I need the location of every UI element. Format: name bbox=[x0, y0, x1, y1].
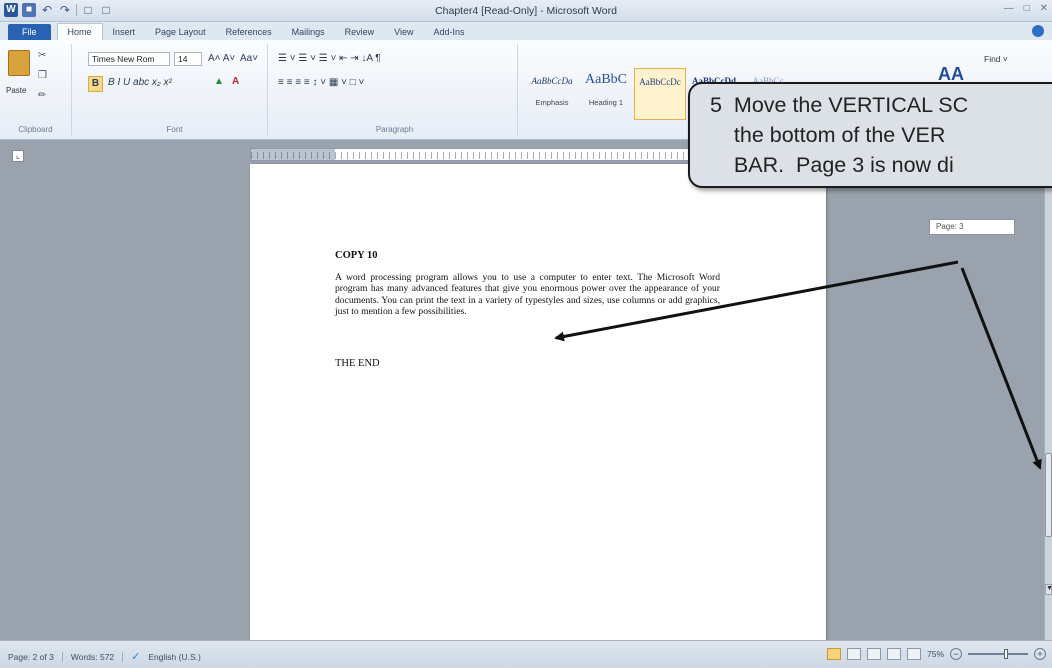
tab-mailings[interactable]: Mailings bbox=[282, 24, 335, 40]
zoom-level[interactable]: 75% bbox=[927, 649, 944, 659]
format-painter-icon[interactable]: ✏ bbox=[38, 90, 46, 101]
window-title: Chapter4 [Read-Only] - Microsoft Word bbox=[435, 5, 617, 17]
word-count[interactable]: Words: 572 bbox=[71, 652, 114, 662]
document-paragraph: A word processing program allows you to … bbox=[335, 272, 720, 318]
text-highlight-icon[interactable]: ▲ bbox=[214, 76, 224, 87]
clipboard-label: Clipboard bbox=[18, 125, 53, 134]
zoom-slider[interactable] bbox=[968, 649, 1028, 659]
tab-selector-icon[interactable]: ⌞ bbox=[12, 150, 24, 162]
grow-shrink-font[interactable]: A˄ A˅ bbox=[208, 52, 235, 66]
status-divider bbox=[122, 651, 124, 662]
restore-icon[interactable]: □ bbox=[1024, 3, 1030, 14]
tab-home[interactable]: Home bbox=[56, 23, 103, 40]
style-name: Emphasis bbox=[535, 98, 569, 107]
tab-add-ins[interactable]: Add-Ins bbox=[424, 24, 475, 40]
font-size-select[interactable]: 14 bbox=[174, 52, 202, 66]
scroll-thumb[interactable] bbox=[1045, 453, 1052, 537]
style-emphasis[interactable]: AaBbCcDa Emphasis bbox=[526, 68, 578, 120]
tab-insert[interactable]: Insert bbox=[103, 24, 146, 40]
minimize-icon[interactable]: — bbox=[1004, 3, 1014, 14]
document-heading: COPY 10 bbox=[335, 250, 378, 261]
font-group-label: Font bbox=[166, 125, 183, 134]
copy-icon[interactable]: ❐ bbox=[38, 70, 47, 81]
clipboard-group: Paste ✂ ❐ ✏ Clipboard bbox=[0, 44, 72, 136]
zoom-slider-knob[interactable] bbox=[1004, 649, 1008, 659]
web-layout-view-button[interactable] bbox=[866, 648, 881, 660]
print-layout-view-button[interactable] bbox=[826, 648, 841, 660]
title-bar: W ■ ↶ ↷ □ □ Chapter4 [Read-Only] - Micro… bbox=[0, 0, 1052, 22]
scroll-down-icon[interactable]: ▼ bbox=[1045, 584, 1052, 595]
vertical-scrollbar[interactable] bbox=[1044, 140, 1052, 640]
bold-button[interactable]: B bbox=[88, 76, 103, 92]
tab-file[interactable]: File bbox=[8, 24, 51, 40]
outline-view-button[interactable] bbox=[886, 648, 901, 660]
document-body[interactable]: COPY 10 A word processing program allows… bbox=[335, 250, 720, 369]
paragraph-group: ☰ ˅ ☰ ˅ ☰ ˅ ⇤ ⇥ ↓A ¶ ≡ ≡ ≡ ≡ ↕ ˅ ▦ ˅ □ ˅… bbox=[272, 44, 518, 136]
tab-references[interactable]: References bbox=[216, 24, 282, 40]
format-buttons[interactable]: B I U abc x₂ x² bbox=[108, 76, 172, 90]
change-case-button[interactable]: Aa˅ bbox=[240, 52, 258, 66]
cut-icon[interactable]: ✂ bbox=[38, 50, 46, 61]
status-left: Page: 2 of 3 Words: 572 ✓ English (U.S.) bbox=[8, 650, 201, 663]
language-indicator[interactable]: English (U.S.) bbox=[148, 652, 200, 662]
style-selected[interactable]: AaBbCcDc bbox=[634, 68, 686, 120]
page-tooltip: Page: 3 bbox=[929, 219, 1015, 235]
style-name: Heading 1 bbox=[588, 98, 624, 107]
font-color-icon[interactable]: A bbox=[232, 76, 239, 87]
paragraph-row-1[interactable]: ☰ ˅ ☰ ˅ ☰ ˅ ⇤ ⇥ ↓A ¶ bbox=[278, 52, 381, 66]
window-controls: — □ ✕ bbox=[1004, 3, 1048, 14]
proofing-icon[interactable]: ✓ bbox=[131, 650, 140, 663]
status-bar: Page: 2 of 3 Words: 572 ✓ English (U.S.)… bbox=[0, 640, 1052, 668]
instruction-callout: 5 Move the VERTICAL SC the bottom of the… bbox=[688, 82, 1052, 188]
draft-view-button[interactable] bbox=[906, 648, 921, 660]
ribbon-tabs: File Home Insert Page Layout References … bbox=[0, 22, 1052, 40]
paragraph-row-2[interactable]: ≡ ≡ ≡ ≡ ↕ ˅ ▦ ˅ □ ˅ bbox=[278, 76, 364, 90]
paste-icon[interactable] bbox=[8, 50, 30, 76]
close-icon[interactable]: ✕ bbox=[1040, 3, 1048, 14]
document-workspace: ⌞ COPY 10 A word processing program allo… bbox=[0, 140, 1052, 640]
full-screen-view-button[interactable] bbox=[846, 648, 861, 660]
paragraph-group-label: Paragraph bbox=[375, 125, 414, 134]
paste-button[interactable]: Paste bbox=[6, 86, 26, 95]
status-right: 75% − + bbox=[826, 648, 1046, 660]
document-end-text: THE END bbox=[335, 357, 380, 369]
style-sample: AaBbC bbox=[585, 72, 627, 87]
style-sample: AaBbCcDa bbox=[531, 76, 573, 86]
zoom-in-icon[interactable]: + bbox=[1034, 648, 1046, 660]
tab-view[interactable]: View bbox=[384, 24, 423, 40]
font-name-select[interactable]: Times New Rom bbox=[88, 52, 170, 66]
find-button[interactable]: Find ˅ bbox=[984, 54, 1008, 64]
tab-page-layout[interactable]: Page Layout bbox=[145, 24, 216, 40]
document-page[interactable]: COPY 10 A word processing program allows… bbox=[250, 164, 826, 640]
help-icon[interactable] bbox=[1032, 25, 1044, 37]
help-area bbox=[1032, 25, 1044, 37]
style-sample: AaBbCcDc bbox=[639, 77, 681, 87]
zoom-out-icon[interactable]: − bbox=[950, 648, 962, 660]
style-heading-1[interactable]: AaBbC Heading 1 bbox=[580, 68, 632, 120]
font-group: Times New Rom 14 A˄ A˅ Aa˅ B B I U abc x… bbox=[82, 44, 268, 136]
status-divider bbox=[61, 651, 63, 662]
tab-review[interactable]: Review bbox=[335, 24, 385, 40]
page-count[interactable]: Page: 2 of 3 bbox=[8, 652, 54, 662]
